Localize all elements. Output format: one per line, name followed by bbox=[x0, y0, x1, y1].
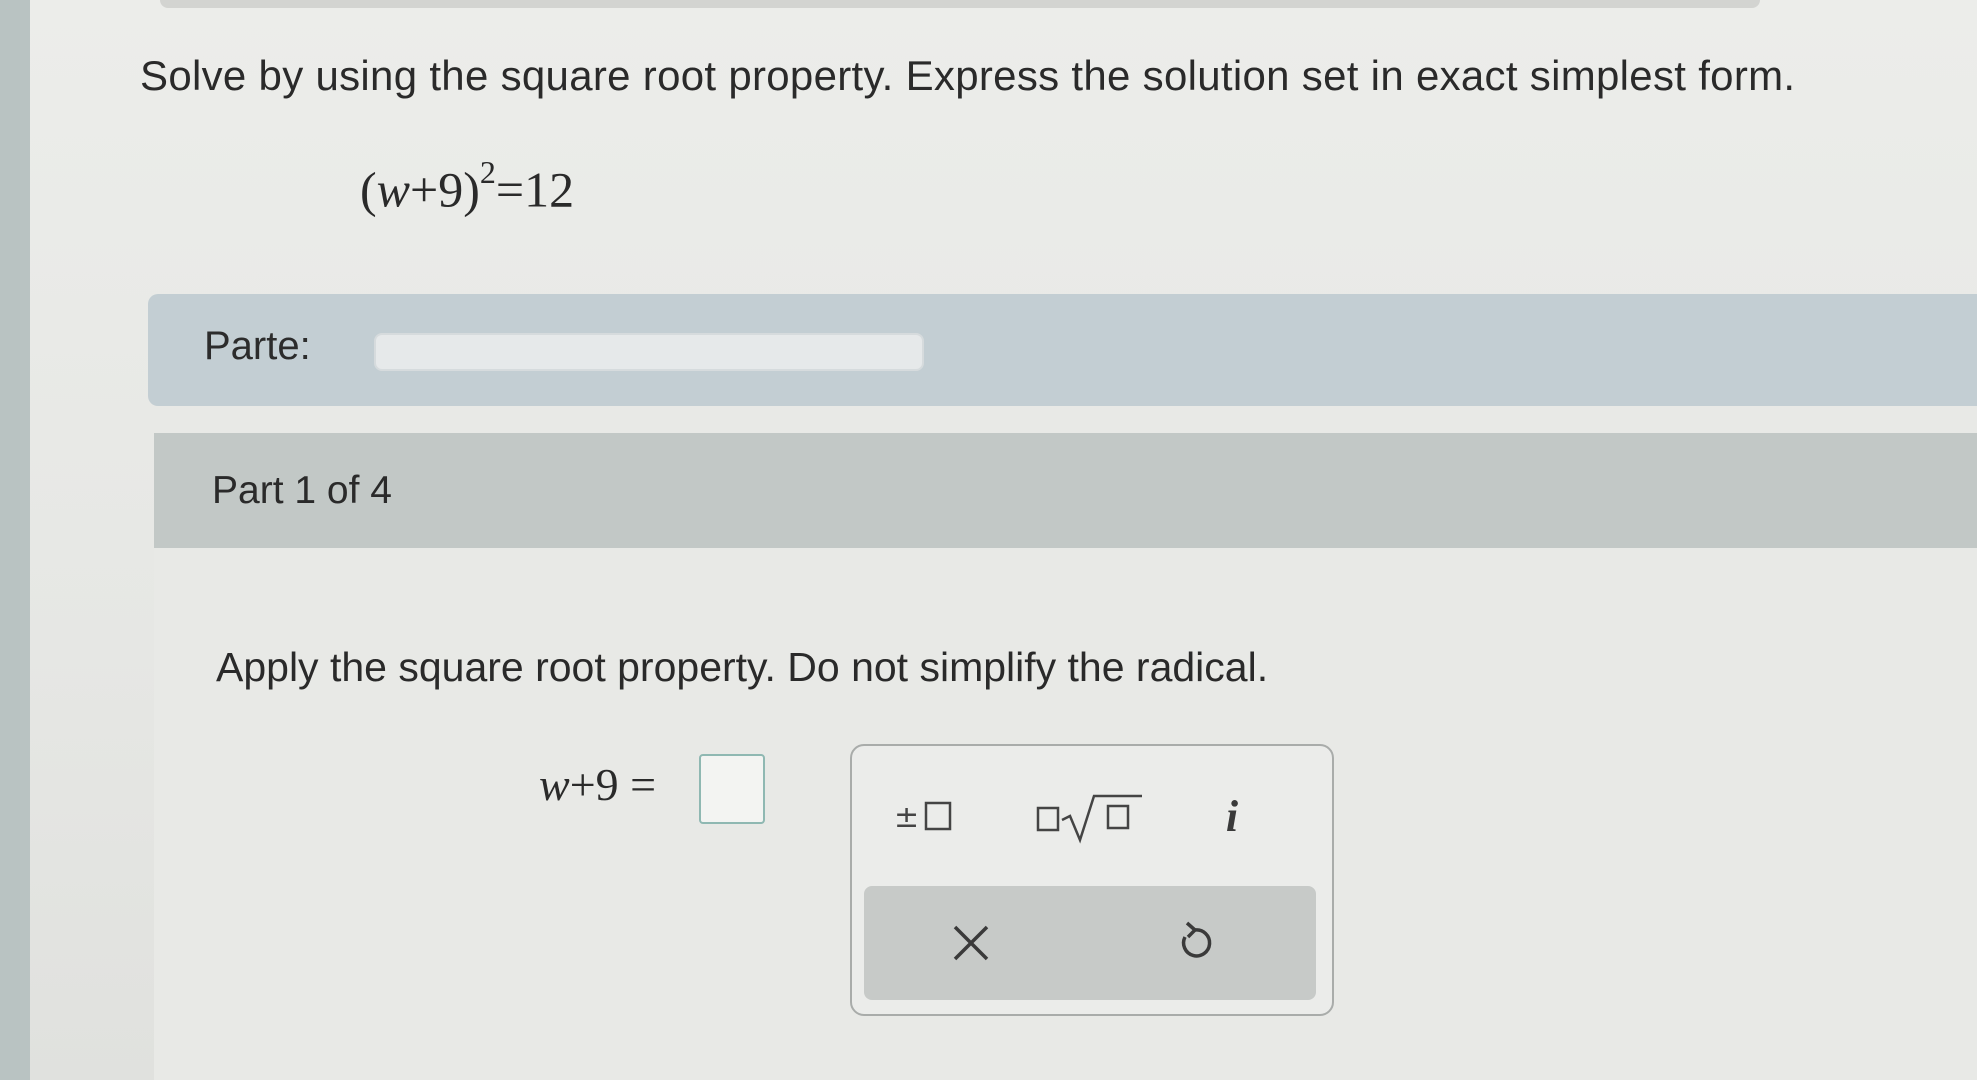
answer-lhs-rest: +9 = bbox=[569, 759, 657, 810]
nth-root-icon[interactable] bbox=[1032, 786, 1152, 846]
imaginary-unit-label: i bbox=[1225, 791, 1239, 841]
equation-open-paren: ( bbox=[360, 161, 377, 218]
answer-variable: w bbox=[539, 759, 570, 810]
plus-minus-icon[interactable]: ± bbox=[892, 786, 972, 846]
imaginary-unit-icon[interactable]: i bbox=[1202, 786, 1262, 846]
top-divider bbox=[160, 0, 1760, 8]
math-palette: ± i bbox=[850, 744, 1334, 1016]
part-label: Part 1 of 4 bbox=[212, 469, 392, 512]
clear-icon[interactable] bbox=[926, 908, 1016, 978]
equation-plus-term: +9) bbox=[410, 161, 480, 218]
equation-rhs: =12 bbox=[495, 161, 575, 218]
problem-instruction: Solve by using the square root property.… bbox=[140, 52, 1796, 99]
part-header: Part 1 of 4 bbox=[154, 433, 1977, 548]
answer-lhs: w+9 = bbox=[539, 758, 656, 811]
part-prompt: Apply the square root property. Do not s… bbox=[216, 644, 1269, 690]
progress-bar: Parte: bbox=[148, 294, 1977, 406]
left-edge bbox=[0, 0, 30, 1080]
progress-track bbox=[374, 333, 924, 371]
progress-label: Parte: bbox=[204, 324, 311, 368]
equation-variable: w bbox=[376, 161, 411, 218]
svg-text:±: ± bbox=[894, 800, 919, 835]
equation-exponent: 2 bbox=[479, 154, 496, 190]
problem-page: Solve by using the square root property.… bbox=[30, 0, 1977, 1080]
part-body: Apply the square root property. Do not s… bbox=[154, 548, 1977, 1080]
answer-input[interactable] bbox=[699, 754, 765, 824]
undo-icon[interactable] bbox=[1150, 908, 1240, 978]
problem-equation: (w+9)2=12 bbox=[360, 154, 575, 219]
action-bar bbox=[864, 886, 1316, 1000]
